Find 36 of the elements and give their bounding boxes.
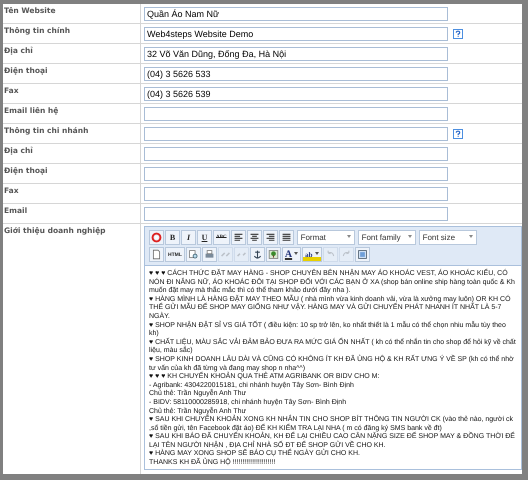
caret-icon — [314, 252, 319, 257]
text-input[interactable]: Web4steps Website Demo — [144, 26, 448, 40]
text-input[interactable]: 32 Võ Văn Dũng, Đống Đa, Hà Nội — [144, 46, 448, 60]
align-right-icon[interactable] — [262, 230, 278, 245]
toolbar-button[interactable]: I — [181, 230, 196, 245]
text-input[interactable]: Quần Áo Nam Nữ — [144, 6, 448, 20]
color-button[interactable]: A — [282, 247, 302, 262]
text-input[interactable] — [144, 126, 448, 140]
align-left-icon[interactable] — [230, 230, 246, 245]
document-icon[interactable] — [149, 247, 164, 262]
dropdown[interactable]: Font size — [418, 230, 477, 245]
help-icon[interactable] — [453, 128, 463, 138]
text-input[interactable] — [144, 186, 448, 200]
fullscreen-icon[interactable] — [354, 247, 370, 262]
text-input[interactable] — [144, 146, 448, 160]
text-input[interactable] — [144, 106, 448, 120]
toolbar-button[interactable]: U — [197, 230, 212, 245]
tree-picture-icon[interactable] — [266, 247, 281, 262]
help-icon[interactable] — [453, 28, 463, 38]
text-input[interactable]: (04) 3 5626 539 — [144, 86, 448, 100]
justify-icon[interactable] — [278, 230, 294, 245]
caret-icon — [346, 235, 351, 240]
magnifier-icon[interactable] — [186, 247, 201, 262]
printer-icon[interactable] — [202, 247, 217, 262]
anchor-icon[interactable] — [250, 247, 265, 262]
toolbar-button[interactable]: B — [165, 230, 180, 245]
text-input[interactable]: (04) 3 5626 533 — [144, 66, 448, 80]
dropdown[interactable]: Format — [296, 230, 355, 245]
caret-icon — [468, 235, 473, 240]
caret-icon — [408, 235, 412, 240]
lifebuoy-icon[interactable] — [149, 230, 164, 245]
text-input[interactable] — [144, 206, 448, 220]
dropdown[interactable]: Font family — [358, 230, 416, 245]
align-center-icon[interactable] — [246, 230, 262, 245]
text-input[interactable] — [144, 166, 448, 180]
caret-icon — [294, 252, 298, 257]
